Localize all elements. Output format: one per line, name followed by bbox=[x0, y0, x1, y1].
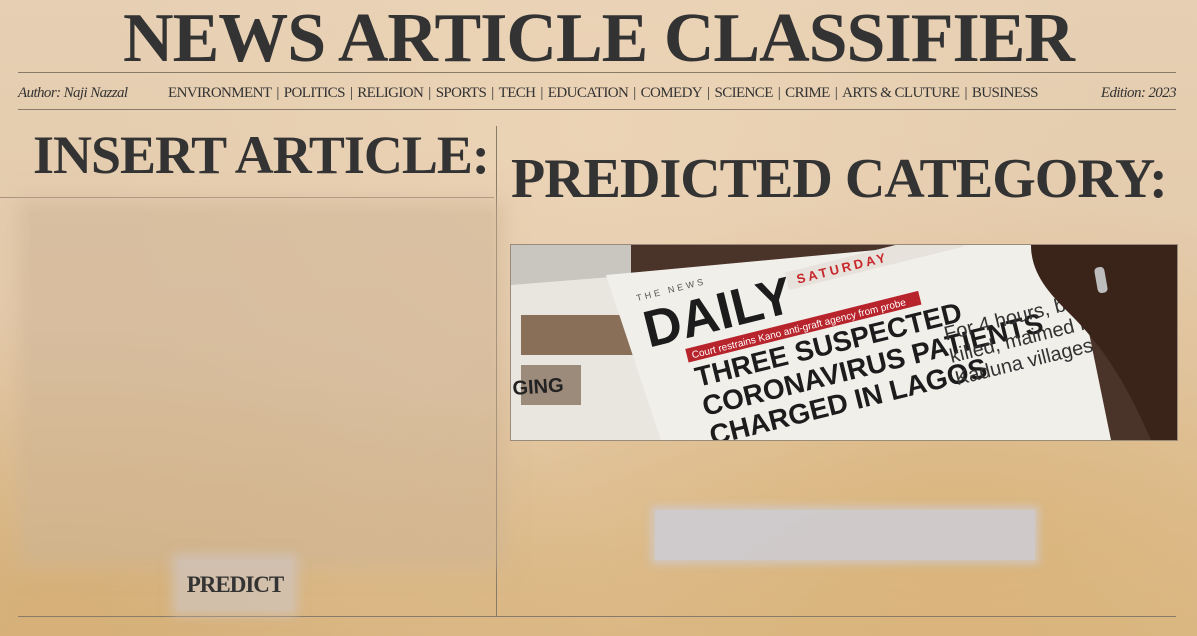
nav-separator: | bbox=[834, 85, 838, 101]
nav-separator: | bbox=[777, 85, 781, 101]
header-bottom-rule bbox=[18, 109, 1176, 110]
newspaper-photo: GING THE NEWS DAILY SATURDAY Court restr… bbox=[510, 244, 1178, 441]
predicted-category-heading: PREDICTED CATEGORY: bbox=[511, 148, 1168, 210]
nav-separator: | bbox=[349, 85, 353, 101]
nav-separator: | bbox=[491, 85, 494, 101]
nav-category-religion[interactable]: RELIGION bbox=[357, 85, 424, 101]
page-title: NEWS ARTICLE CLASSIFIER bbox=[123, 0, 1075, 77]
photo-left-word: GING bbox=[512, 374, 565, 400]
nav-category-arts-cluture[interactable]: ARTS & CLUTURE bbox=[842, 85, 960, 101]
header-top-rule bbox=[18, 72, 1176, 73]
column-divider bbox=[496, 126, 497, 616]
predict-button[interactable]: PREDICT bbox=[178, 560, 292, 610]
category-nav: ENVIRONMENT | POLITICS | RELIGION | SPORTS | TEC… bbox=[168, 80, 1039, 106]
nav-category-education[interactable]: EDUCATION bbox=[548, 85, 629, 101]
nav-separator: | bbox=[540, 85, 543, 101]
edition-label: Edition: 2023 bbox=[1100, 85, 1177, 101]
insert-heading-rule bbox=[0, 197, 494, 198]
newspaper-illustration: GING THE NEWS DAILY SATURDAY Court restr… bbox=[511, 245, 1177, 440]
info-bar: Author: Naji Nazzal ENVIRONMENT | POLITICS… bbox=[18, 80, 1177, 106]
nav-category-politics[interactable]: POLITICS bbox=[284, 85, 346, 101]
article-input[interactable] bbox=[30, 212, 492, 556]
nav-separator: | bbox=[633, 85, 636, 101]
nav-separator: | bbox=[276, 85, 279, 101]
nav-category-crime[interactable]: CRIME bbox=[785, 85, 830, 101]
predicted-category-result bbox=[655, 510, 1035, 560]
nav-separator: | bbox=[964, 85, 967, 101]
nav-category-environment[interactable]: ENVIRONMENT bbox=[168, 85, 272, 101]
nav-separator: | bbox=[428, 85, 431, 101]
nav-category-science[interactable]: SCIENCE bbox=[714, 85, 773, 101]
nav-category-tech[interactable]: TECH bbox=[499, 85, 536, 101]
footer-rule bbox=[18, 616, 1176, 617]
nav-category-sports[interactable]: SPORTS bbox=[436, 85, 487, 101]
nav-category-business[interactable]: BUSINESS bbox=[972, 85, 1039, 101]
author-label: Author: Naji Nazzal bbox=[18, 85, 128, 101]
nav-category-comedy[interactable]: COMEDY bbox=[641, 85, 703, 101]
nav-separator: | bbox=[707, 85, 710, 101]
insert-article-heading: INSERT ARTICLE: bbox=[33, 125, 490, 185]
